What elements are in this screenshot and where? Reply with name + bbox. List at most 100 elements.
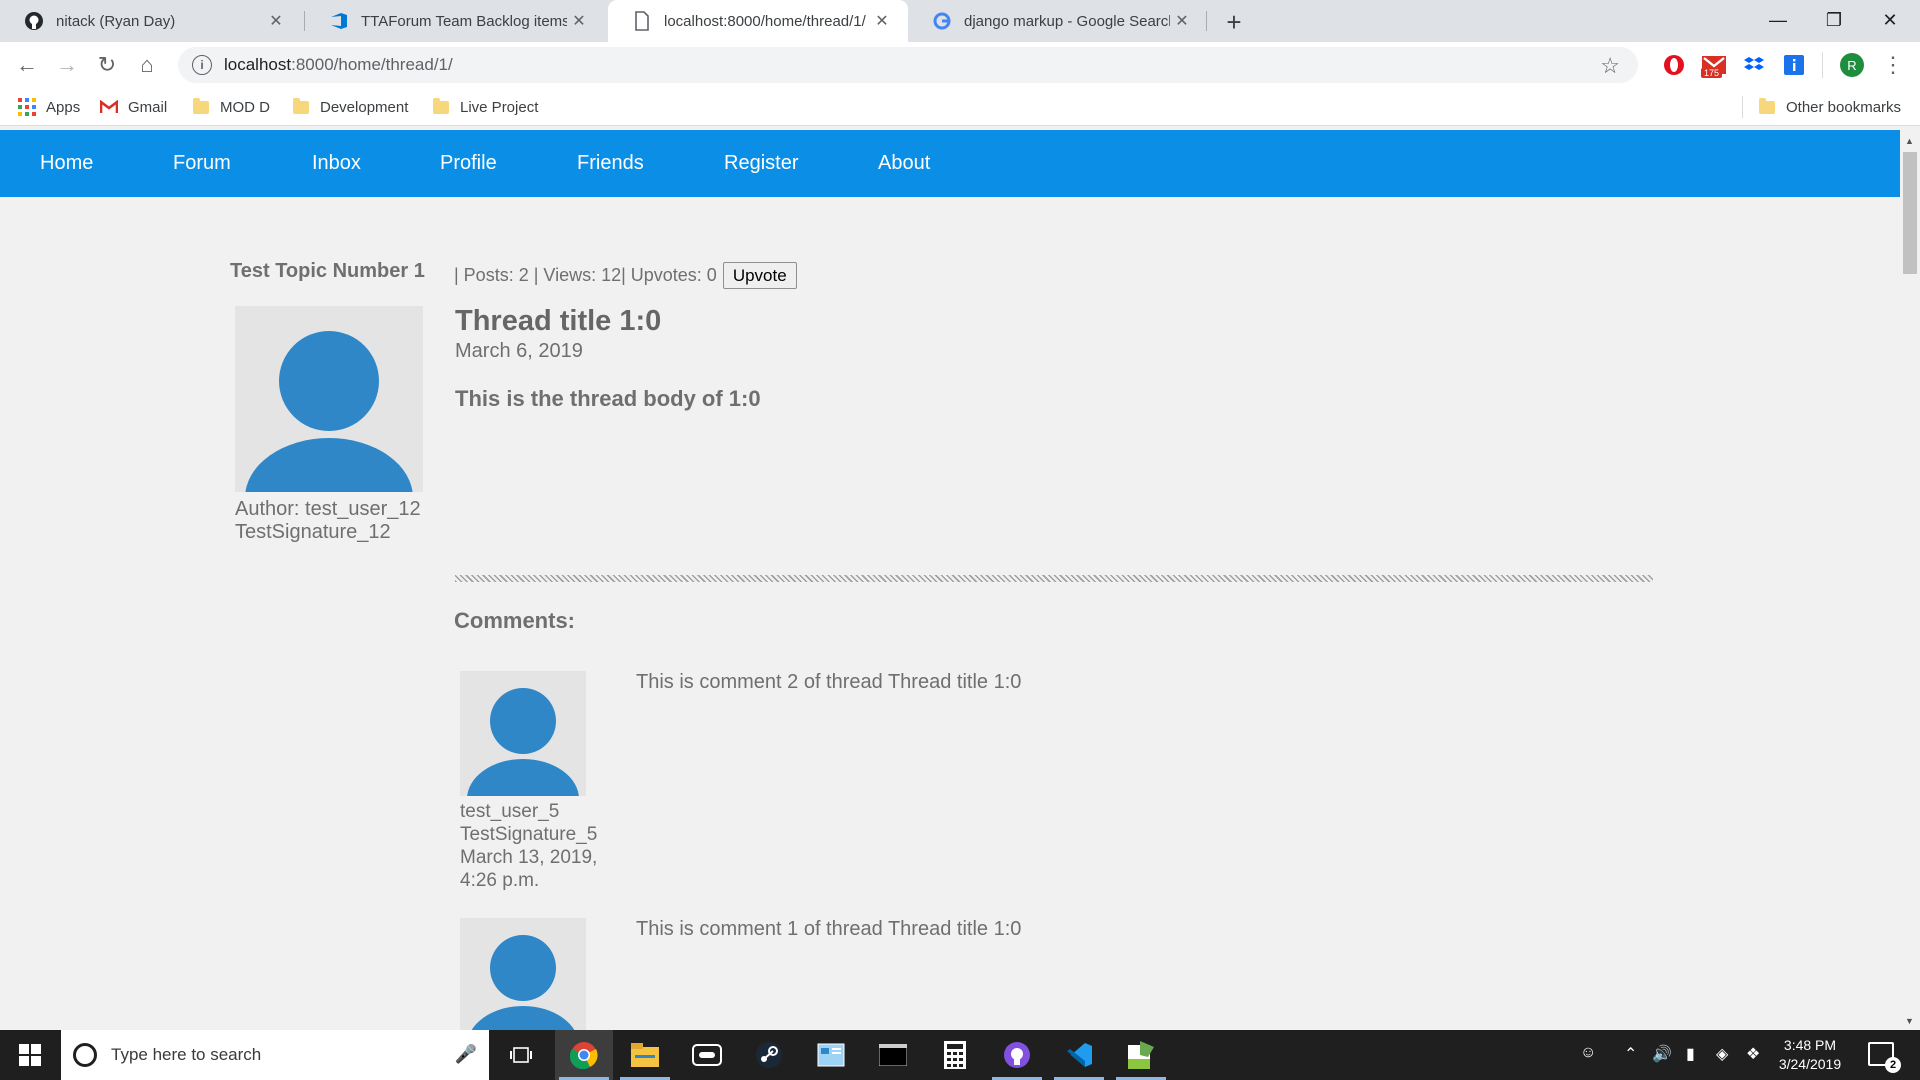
task-view-icon[interactable] [492,1030,550,1080]
upvote-button[interactable]: Upvote [722,262,797,289]
opera-extension-icon[interactable] [1662,53,1686,77]
reload-icon[interactable]: ↻ [90,48,124,82]
scroll-down-icon[interactable]: ▼ [1905,1016,1914,1026]
folder-icon [432,97,450,116]
apps-grid-icon [18,98,36,116]
bookmark-development[interactable]: Development [292,94,408,120]
thread-stats: | Posts: 2 | Views: 12| Upvotes: 0 Upvot… [454,262,797,289]
avatar-head-shape [490,688,556,754]
thread-author: Author: test_user_12 [235,498,421,520]
browser-tab-strip: nitack (Ryan Day) ✕ TTAForum Team Backlo… [0,0,1920,42]
nav-profile[interactable]: Profile [440,152,497,175]
url-text[interactable]: localhost:8000/home/thread/1/ [224,55,453,75]
wifi-icon[interactable]: ◈ [1716,1044,1728,1064]
nav-register[interactable]: Register [724,152,798,175]
site-info-icon[interactable]: i [192,55,212,75]
show-hidden-icons-chevron[interactable]: ⌃ [1624,1044,1637,1064]
taskbar-search-box[interactable]: Type here to search 🎤 [61,1030,489,1080]
taskbar-clock[interactable]: 3:48 PM 3/24/2019 [1770,1036,1850,1074]
section-divider [455,575,1653,582]
profile-avatar[interactable]: R [1840,53,1864,77]
comment-time: 4:26 p.m. [460,870,540,891]
avatar-body-shape [245,438,413,492]
close-tab-icon[interactable]: ✕ [870,9,894,33]
thread-body: This is the thread body of 1:0 [455,386,761,411]
browser-tab-google[interactable]: django markup - Google Search ✕ [908,0,1208,42]
file-explorer-icon[interactable] [616,1030,674,1080]
browser-tab-azure[interactable]: TTAForum Team Backlog items B ✕ [305,0,605,42]
thread-author-block: Author: test_user_12 TestSignature_12 [235,498,421,544]
profile-initial: R [1847,57,1857,73]
bookmark-apps[interactable]: Apps [18,94,80,120]
gmail-unread-badge: 175 [1701,68,1723,78]
nav-home[interactable]: Home [40,152,93,175]
search-placeholder: Type here to search [111,1045,262,1064]
dropbox-extension-icon[interactable] [1742,53,1766,77]
google-icon [932,11,952,31]
comment-text: This is comment 1 of thread Thread title… [636,918,1022,940]
vscode-icon[interactable] [1050,1030,1108,1080]
control-panel-icon[interactable] [802,1030,860,1080]
volume-icon[interactable]: 🔊 [1652,1044,1672,1064]
notepad-plus-plus-icon[interactable] [1112,1030,1170,1080]
page-icon [632,11,652,31]
chrome-menu-icon[interactable]: ⋮ [1876,48,1910,82]
page-scrollbar[interactable]: ▲ ▼ [1900,130,1920,1030]
calculator-icon[interactable] [926,1030,984,1080]
windows-start-icon[interactable] [0,1030,60,1080]
close-tab-icon[interactable]: ✕ [567,9,591,33]
bookmark-mod-d[interactable]: MOD D [192,94,270,120]
bookmark-live-project[interactable]: Live Project [432,94,538,120]
scroll-up-icon[interactable]: ▲ [1905,136,1914,146]
bookmark-label: Apps [46,98,81,116]
nav-inbox[interactable]: Inbox [312,152,361,175]
nav-about[interactable]: About [878,152,930,175]
comment-date: March 13, 2019, [460,847,598,868]
tab-title: nitack (Ryan Day) [56,12,176,30]
bookmark-label: Development [320,98,409,116]
comment-avatar [460,918,586,1030]
dropbox-tray-icon[interactable]: ❖ [1746,1044,1760,1064]
nav-forum[interactable]: Forum [173,152,231,175]
folder-icon [192,97,210,116]
thread-date: March 6, 2019 [455,340,583,362]
info-extension-icon[interactable] [1782,53,1806,77]
tab-title: django markup - Google Search [964,12,1170,30]
minimize-window-icon[interactable]: — [1750,0,1806,40]
bookmarks-bar: Apps Gmail MOD D Development Live Projec… [0,88,1920,126]
microphone-icon[interactable]: 🎤 [455,1044,477,1065]
bookmark-gmail[interactable]: Gmail [100,94,167,120]
oculus-icon[interactable] [678,1030,736,1080]
forward-arrow-icon[interactable]: → [50,48,84,82]
bookmark-star-icon[interactable]: ☆ [1600,53,1620,79]
bookmark-other[interactable]: Other bookmarks [1758,94,1901,120]
comment-signature: TestSignature_5 [460,824,598,845]
close-window-icon[interactable]: ✕ [1862,0,1918,40]
scrollbar-thumb[interactable] [1903,152,1917,274]
comments-heading: Comments: [454,608,576,633]
back-arrow-icon[interactable]: ← [10,48,44,82]
browser-tab-localhost[interactable]: localhost:8000/home/thread/1/ ✕ [608,0,908,42]
address-bar[interactable]: i localhost:8000/home/thread/1/ ☆ [178,47,1638,83]
battery-icon[interactable]: ▮ [1686,1044,1695,1064]
folder-icon [292,97,310,116]
bookmark-label: Gmail [128,98,168,116]
close-tab-icon[interactable]: ✕ [264,9,288,33]
github-desktop-icon[interactable] [988,1030,1046,1080]
comment-meta: test_user_5 TestSignature_5 March 13, 20… [460,800,620,892]
nav-friends[interactable]: Friends [577,152,644,175]
browser-toolbar: ← → ↻ ⌂ i localhost:8000/home/thread/1/ … [0,42,1920,88]
home-icon[interactable]: ⌂ [130,48,164,82]
windows-taskbar: Type here to search 🎤 ☺ ⌃ 🔊 ▮ ◈ ❖ 3:48 P… [0,1030,1920,1080]
terminal-icon[interactable] [864,1030,922,1080]
people-icon[interactable]: ☺ [1580,1044,1596,1062]
cortana-icon [73,1043,97,1067]
avatar-body-shape [467,759,579,796]
browser-tab-github[interactable]: nitack (Ryan Day) ✕ [0,0,302,42]
chrome-taskbar-icon[interactable] [555,1030,613,1080]
new-tab-button[interactable]: + [1218,6,1250,38]
restore-window-icon[interactable]: ❐ [1806,0,1862,40]
close-tab-icon[interactable]: ✕ [1170,9,1194,33]
thread-stats-text: | Posts: 2 | Views: 12| Upvotes: 0 [454,265,717,285]
steam-icon[interactable] [740,1030,798,1080]
